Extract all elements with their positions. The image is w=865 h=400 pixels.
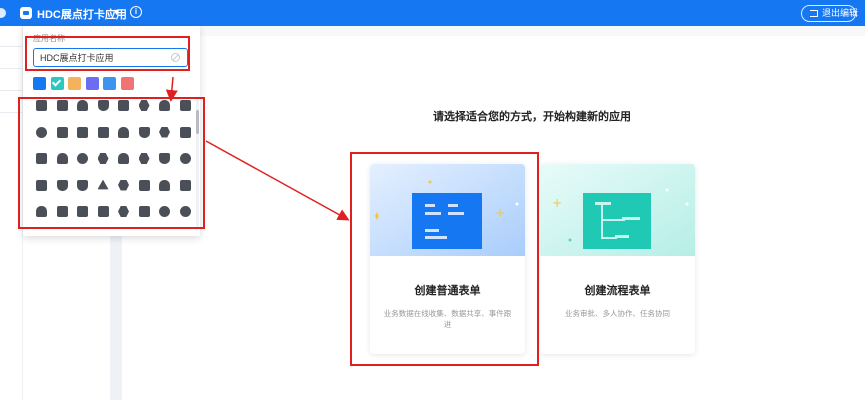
color-swatch-coral[interactable] <box>120 77 134 90</box>
page-title: 请选择适合您的方式，开始构建新的应用 <box>433 111 631 123</box>
exit-edit-label: 退出编辑 <box>822 8 859 18</box>
create-flow-form-card[interactable]: + 创建流程表单 业务审批、多人协作、任务协同 <box>540 164 695 354</box>
flow-illustration: + <box>540 164 695 256</box>
back-icon[interactable] <box>0 8 6 18</box>
sidebar-divider <box>0 68 23 69</box>
card-title: 创建流程表单 <box>584 285 651 297</box>
info-icon[interactable]: i <box>130 6 142 18</box>
color-swatch-indigo[interactable] <box>85 77 99 90</box>
exit-edit-button[interactable]: 退出编辑 <box>801 5 859 22</box>
sidebar-divider <box>0 90 23 91</box>
card-description: 业务审批、多人协作、任务协同 <box>565 309 670 318</box>
color-swatch-blue[interactable] <box>33 77 46 90</box>
exit-icon <box>810 10 818 17</box>
annotation-box-name <box>25 36 190 71</box>
annotation-box-card <box>350 152 539 366</box>
sidebar-divider <box>0 46 23 47</box>
app-icon <box>20 7 32 19</box>
color-swatch-teal[interactable] <box>50 77 64 90</box>
top-bar: HDC展点打卡应用 ▼ i 退出编辑 <box>0 0 865 26</box>
svg-text:+: + <box>552 196 562 210</box>
color-swatch-orange[interactable] <box>68 77 81 90</box>
color-swatch-sky[interactable] <box>103 77 116 90</box>
annotation-box-icons <box>18 97 205 229</box>
chevron-down-icon[interactable]: ▼ <box>112 7 121 17</box>
check-icon <box>51 77 61 87</box>
